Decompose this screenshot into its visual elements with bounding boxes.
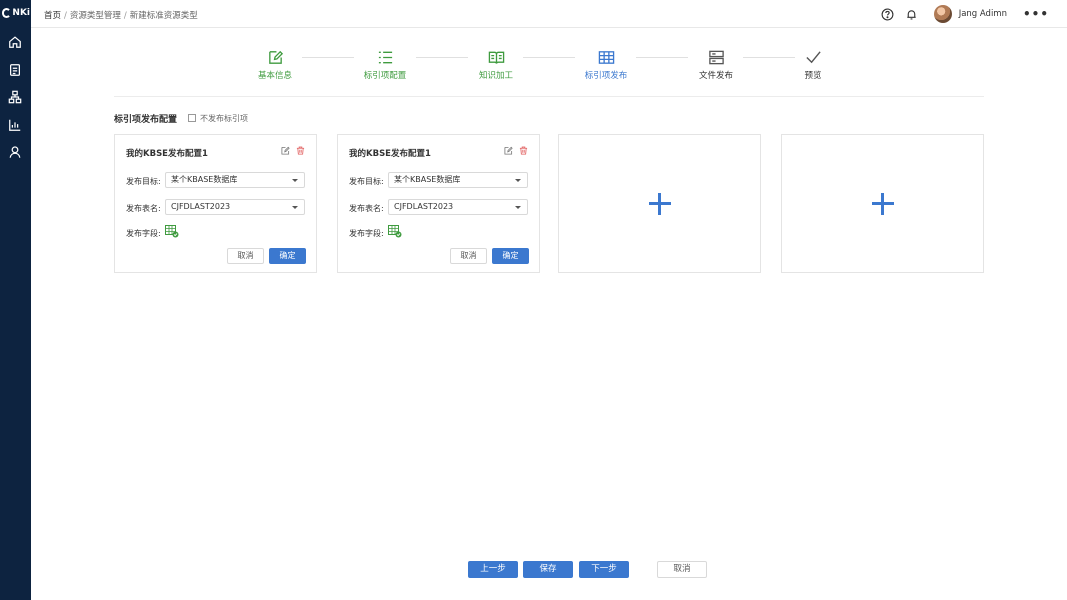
breadcrumb: 首页 / 资源类型管理 / 新建标准资源类型 [44,9,198,21]
step-index-config[interactable]: 标引项配置 [350,48,420,81]
step-knowledge-processing[interactable]: 知识加工 [461,48,531,81]
field-label: 发布字段: [349,229,384,238]
username[interactable]: Jang Adimn [959,9,1007,19]
no-publish-checkbox-label[interactable]: 不发布标引项 [200,113,248,124]
breadcrumb-resource-types[interactable]: 资源类型管理 [70,11,121,21]
table-name-label: 发布表名: [126,204,161,213]
table-name-label: 发布表名: [349,204,384,213]
divider [114,96,984,97]
table-icon [597,48,615,66]
next-step-button[interactable]: 下一步 [579,561,629,578]
confirm-button[interactable]: 确定 [492,248,529,264]
plus-icon [648,192,671,215]
step-label: 文件发布 [698,71,733,81]
delete-icon[interactable] [519,146,528,155]
card-title: 我的KBSE发布配置1 [349,149,431,159]
step-label: 基本信息 [257,71,292,81]
step-label: 标引项配置 [363,71,407,81]
header-actions: Jang Adimn ••• [881,4,1049,24]
section-title: 标引项发布配置 [114,115,178,125]
step-basic-info[interactable]: 基本信息 [240,48,310,81]
breadcrumb-separator: / [123,11,127,21]
home-icon[interactable] [7,34,23,50]
delete-icon[interactable] [296,146,305,155]
add-config-card[interactable] [558,134,761,273]
confirm-button[interactable]: 确定 [269,248,306,264]
edit-icon[interactable] [504,146,513,155]
cnki-logo[interactable]: NKi [2,6,30,20]
cancel-button[interactable]: 取消 [657,561,707,578]
step-index-publish[interactable]: 标引项发布 [571,48,641,81]
field-table-icon[interactable] [165,225,179,238]
target-label: 发布目标: [349,177,384,186]
plus-icon [871,192,894,215]
chevron-down-icon [292,179,298,182]
add-config-card[interactable] [781,134,984,273]
cancel-button[interactable]: 取消 [450,248,487,264]
top-bar: 首页 / 资源类型管理 / 新建标准资源类型 Jang Adimn ••• [31,0,1067,28]
card-title: 我的KBSE发布配置1 [126,149,208,159]
book-icon [487,48,505,66]
bell-icon[interactable] [905,7,919,21]
step-file-publish[interactable]: 文件发布 [681,48,751,81]
table-name-select-value: CJFDLAST2023 [171,202,231,211]
publish-config-card: 我的KBSE发布配置1 发布目标: 某个KBASE数据库 发布表名: CJFDL… [337,134,540,273]
target-select[interactable]: 某个KBASE数据库 [388,172,528,188]
publish-config-card: 我的KBSE发布配置1 发布目标: 某个KBASE数据库 发布表名: CJFDL… [114,134,317,273]
edit-icon [266,48,284,66]
document-icon[interactable] [0,58,31,82]
table-name-select[interactable]: CJFDLAST2023 [388,199,528,215]
target-label: 发布目标: [126,177,161,186]
server-icon [707,48,725,66]
step-label: 知识加工 [478,71,513,81]
user-icon[interactable] [7,144,23,160]
wizard-steps: 基本信息 标引项配置 知识加工 标引项发布 文件发布 预览 [243,48,843,88]
target-select-value: 某个KBASE数据库 [171,175,238,184]
step-label: 标引项发布 [584,71,628,81]
avatar[interactable] [933,5,952,23]
breadcrumb-current: 新建标准资源类型 [129,11,198,21]
field-label: 发布字段: [126,229,161,238]
step-preview[interactable]: 预览 [778,48,848,81]
prev-step-button[interactable]: 上一步 [468,561,518,578]
field-table-icon[interactable] [388,225,402,238]
more-icon[interactable]: ••• [1023,7,1049,21]
target-select-value: 某个KBASE数据库 [394,175,461,184]
breadcrumb-home[interactable]: 首页 [44,11,61,21]
table-name-select-value: CJFDLAST2023 [394,202,454,211]
save-button[interactable]: 保存 [523,561,573,578]
breadcrumb-separator: / [64,11,67,21]
chevron-down-icon [515,206,521,209]
chevron-down-icon [292,206,298,209]
check-icon [804,48,822,66]
table-name-select[interactable]: CJFDLAST2023 [165,199,305,215]
org-chart-icon[interactable] [7,89,23,105]
help-icon[interactable] [881,7,895,21]
list-icon [376,48,394,66]
step-label: 预览 [804,71,822,81]
no-publish-checkbox[interactable] [188,114,196,122]
sidebar: NKi [0,0,31,600]
bar-chart-icon[interactable] [7,117,23,133]
cancel-button[interactable]: 取消 [227,248,264,264]
edit-icon[interactable] [281,146,290,155]
target-select[interactable]: 某个KBASE数据库 [165,172,305,188]
chevron-down-icon [515,179,521,182]
